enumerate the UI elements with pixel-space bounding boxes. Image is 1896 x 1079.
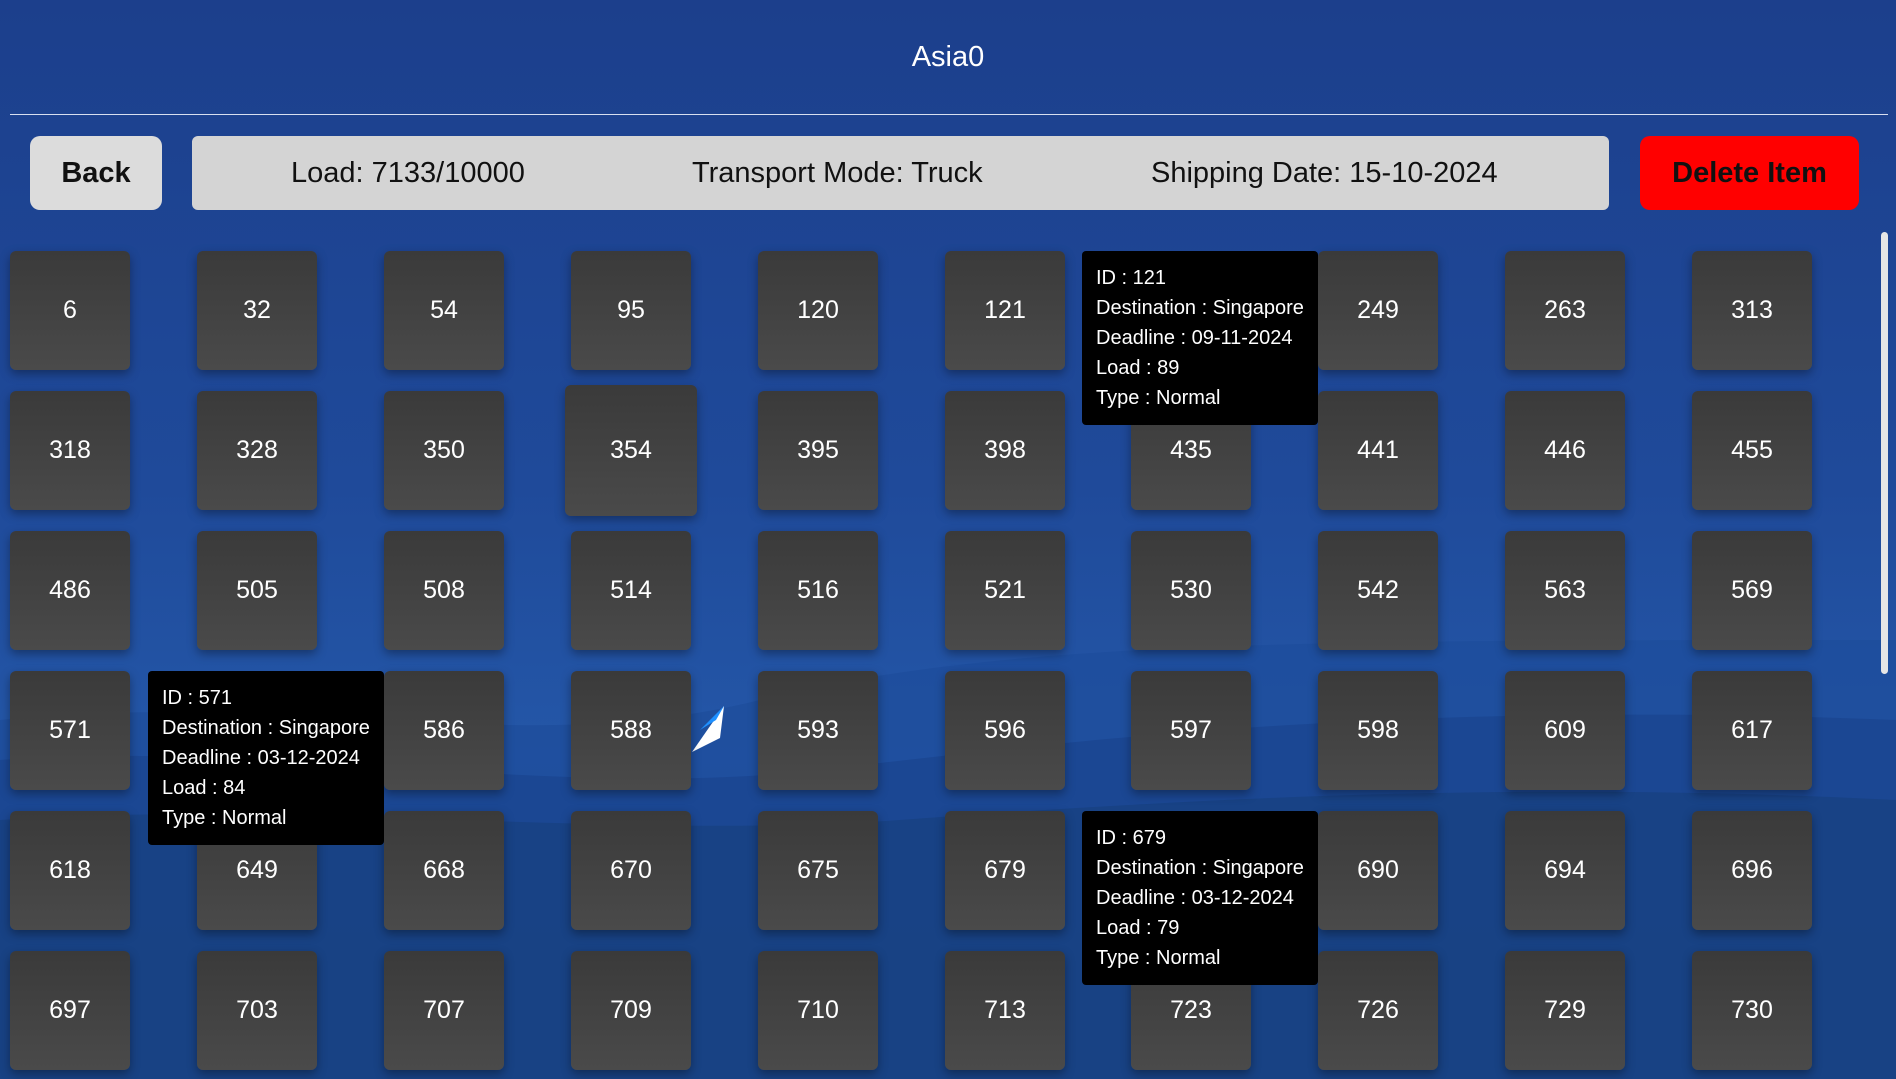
item-box[interactable]: 514 [571, 531, 691, 650]
item-box[interactable]: 318 [10, 391, 130, 510]
item-box[interactable]: 446 [1505, 391, 1625, 510]
item-box[interactable]: 597 [1131, 671, 1251, 790]
item-box[interactable]: 588 [571, 671, 691, 790]
tooltip-load: Load : 89 [1096, 357, 1180, 379]
item-box[interactable]: 121 [945, 251, 1065, 370]
item-box[interactable]: 328 [197, 391, 317, 510]
item-box[interactable]: 593 [758, 671, 878, 790]
item-box[interactable]: 441 [1318, 391, 1438, 510]
tooltip-destination: Destination : Singapore [1096, 857, 1304, 879]
tooltip-id: ID : 571 [162, 687, 233, 709]
item-box[interactable]: 694 [1505, 811, 1625, 930]
item-box[interactable]: 521 [945, 531, 1065, 650]
item-box[interactable]: 696 [1692, 811, 1812, 930]
item-box[interactable]: 95 [571, 251, 691, 370]
item-box[interactable]: 313 [1692, 251, 1812, 370]
tooltip-load: Load : 84 [162, 777, 246, 799]
item-box[interactable]: 54 [384, 251, 504, 370]
item-box[interactable]: 563 [1505, 531, 1625, 650]
item-box[interactable]: 516 [758, 531, 878, 650]
item-box[interactable]: 675 [758, 811, 878, 930]
item-box[interactable]: 263 [1505, 251, 1625, 370]
item-box[interactable]: 609 [1505, 671, 1625, 790]
item-box[interactable]: 32 [197, 251, 317, 370]
item-box[interactable]: 120 [758, 251, 878, 370]
item-box[interactable]: 571 [10, 671, 130, 790]
item-box[interactable]: 679 [945, 811, 1065, 930]
item-box[interactable]: 730 [1692, 951, 1812, 1070]
item-box[interactable]: 530 [1131, 531, 1251, 650]
item-box[interactable]: 586 [384, 671, 504, 790]
item-box[interactable]: 713 [945, 951, 1065, 1070]
item-box[interactable]: 617 [1692, 671, 1812, 790]
item-box[interactable]: 668 [384, 811, 504, 930]
item-box[interactable]: 729 [1505, 951, 1625, 1070]
item-box[interactable]: 710 [758, 951, 878, 1070]
item-box[interactable]: 596 [945, 671, 1065, 790]
item-box[interactable]: 508 [384, 531, 504, 650]
item-box[interactable]: 707 [384, 951, 504, 1070]
item-box[interactable]: 505 [197, 531, 317, 650]
tooltip-destination: Destination : Singapore [1096, 297, 1304, 319]
scrollbar-thumb[interactable] [1881, 232, 1888, 674]
tooltip-deadline: Deadline : 03-12-2024 [162, 747, 360, 769]
item-box[interactable]: 598 [1318, 671, 1438, 790]
item-box[interactable]: 690 [1318, 811, 1438, 930]
item-grid: 6 32 54 95 120 121 249 263 313 318 328 3… [0, 0, 1896, 1079]
tooltip-id: ID : 121 [1096, 267, 1167, 289]
item-box[interactable]: 350 [384, 391, 504, 510]
tooltip-destination: Destination : Singapore [162, 717, 370, 739]
item-box[interactable]: 618 [10, 811, 130, 930]
item-tooltip: ID : 571 Destination : Singapore Deadlin… [148, 671, 384, 845]
item-box[interactable]: 703 [197, 951, 317, 1070]
tooltip-load: Load : 79 [1096, 917, 1180, 939]
item-box[interactable]: 670 [571, 811, 691, 930]
tooltip-type: Type : Normal [1096, 387, 1221, 409]
tooltip-deadline: Deadline : 09-11-2024 [1096, 327, 1293, 349]
tooltip-type: Type : Normal [1096, 947, 1221, 969]
item-box[interactable]: 709 [571, 951, 691, 1070]
item-box-hovered[interactable]: 354 [565, 385, 697, 516]
item-box[interactable]: 542 [1318, 531, 1438, 650]
tooltip-id: ID : 679 [1096, 827, 1167, 849]
item-box[interactable]: 455 [1692, 391, 1812, 510]
item-box[interactable]: 249 [1318, 251, 1438, 370]
item-box[interactable]: 569 [1692, 531, 1812, 650]
item-box[interactable]: 697 [10, 951, 130, 1070]
tooltip-deadline: Deadline : 03-12-2024 [1096, 887, 1294, 909]
item-box[interactable]: 398 [945, 391, 1065, 510]
item-tooltip: ID : 121 Destination : Singapore Deadlin… [1082, 251, 1318, 425]
item-tooltip: ID : 679 Destination : Singapore Deadlin… [1082, 811, 1318, 985]
item-box[interactable]: 6 [10, 251, 130, 370]
item-box[interactable]: 395 [758, 391, 878, 510]
item-box[interactable]: 486 [10, 531, 130, 650]
tooltip-type: Type : Normal [162, 807, 287, 829]
item-box[interactable]: 726 [1318, 951, 1438, 1070]
